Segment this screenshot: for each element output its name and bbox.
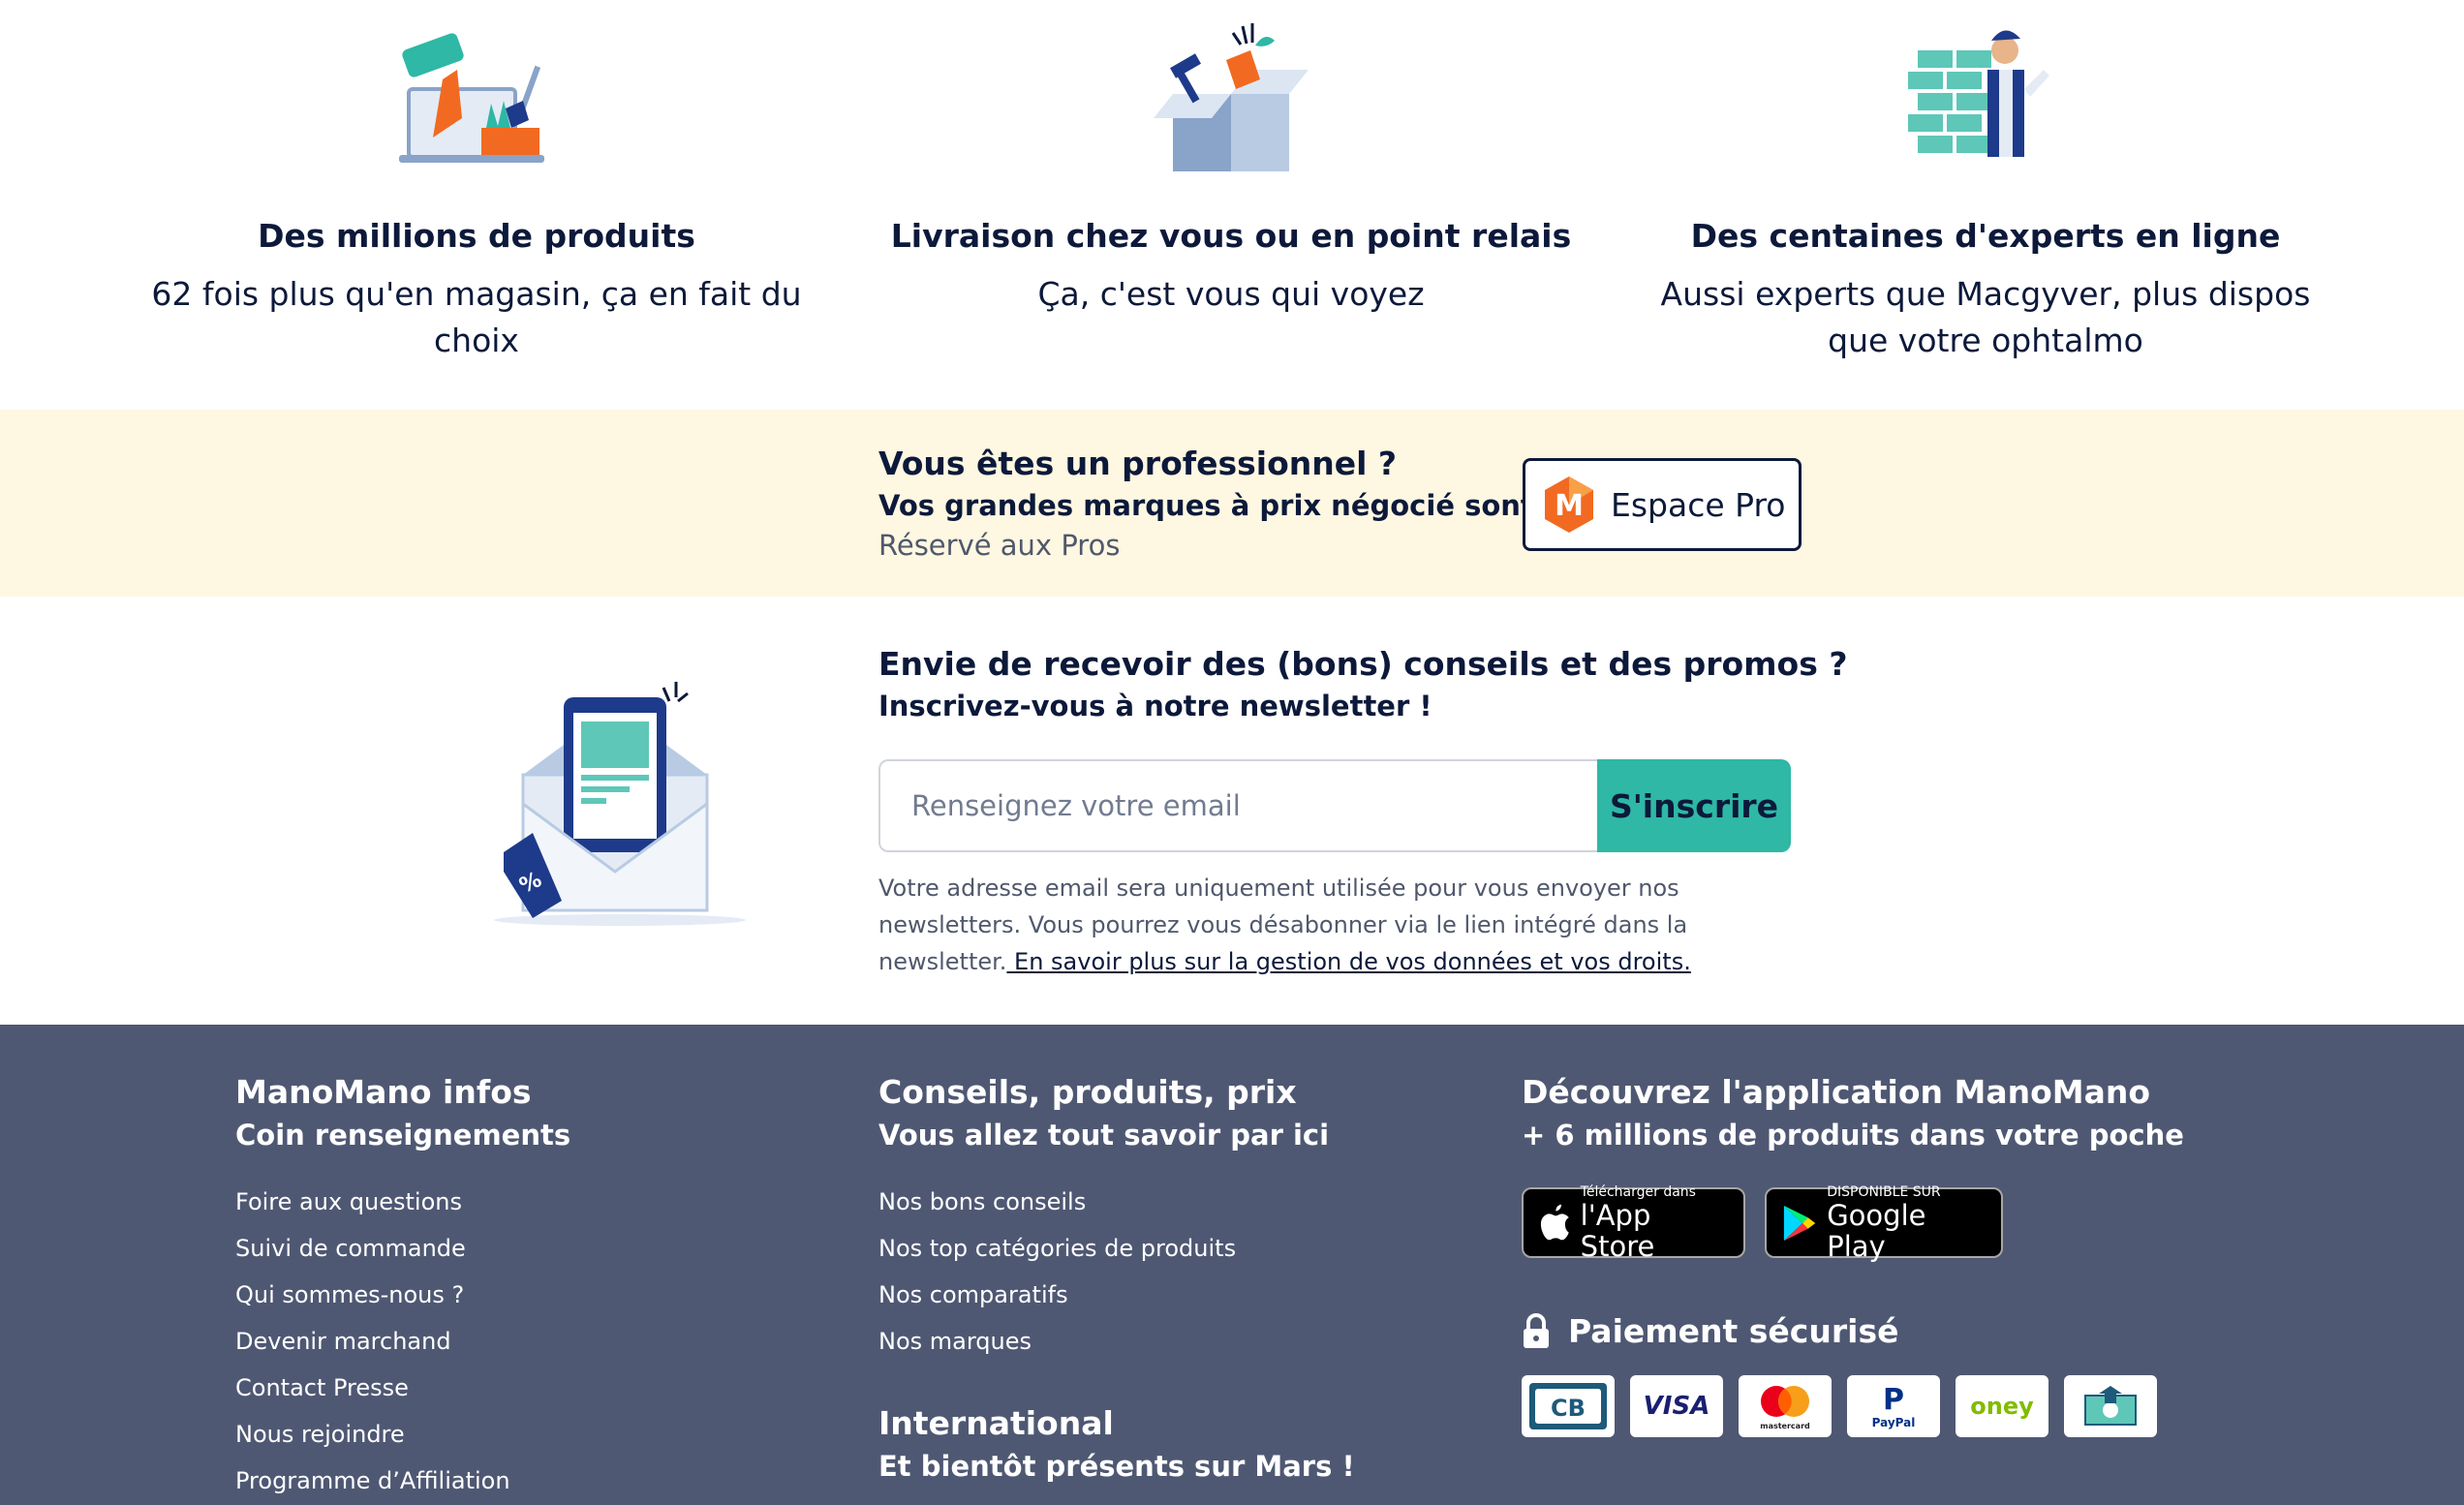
feature-title: Des centaines d'experts en ligne <box>1690 217 2281 255</box>
expert-bricklayer-illustration <box>1908 30 2049 157</box>
newsletter-submit-button[interactable]: S'inscrire <box>1597 759 1791 852</box>
app-store-button[interactable]: Télécharger dans l'App Store <box>1522 1183 1745 1262</box>
newsletter-title: Envie de recevoir des (bons) conseils et… <box>878 645 1848 683</box>
manomano-logo-icon: M <box>1545 476 1593 533</box>
pro-subtitle: Vos grandes marques à prix négocié sont … <box>878 489 1590 522</box>
pro-banner: Vous êtes un professionnel ? Vos grandes… <box>0 410 2464 597</box>
footer-international: International Et bientôt présents sur Ma… <box>878 1404 1355 1483</box>
cb-card-icon: CB <box>1522 1375 1615 1437</box>
footer-link-top-categories[interactable]: Nos top catégories de produits <box>878 1225 1329 1272</box>
espace-pro-label: Espace Pro <box>1611 485 1786 524</box>
delivery-box-illustration <box>1154 23 1309 171</box>
newsletter-subtitle: Inscrivez-vous à notre newsletter ! <box>878 690 1432 722</box>
espace-pro-button[interactable]: M Espace Pro <box>1523 458 1802 551</box>
cb-card-label: CB <box>1551 1395 1586 1422</box>
footer: ManoMano infos Coin renseignements Foire… <box>0 1025 2464 1505</box>
secure-payment-title: Paiement sécurisé <box>1568 1312 1899 1350</box>
app-store-badges: Télécharger dans l'App Store DISPONIBLE … <box>1522 1183 2003 1262</box>
mastercard-icon: mastercard <box>1739 1375 1832 1437</box>
mastercard-label: mastercard <box>1760 1422 1810 1430</box>
visa-card-icon: VISA <box>1630 1375 1723 1437</box>
footer-conseils-title: Conseils, produits, prix <box>878 1073 1297 1111</box>
bank-transfer-icon <box>2064 1375 2157 1437</box>
app-store-small-text: Télécharger dans <box>1580 1183 1696 1200</box>
footer-app-title: Découvrez l'application ManoMano <box>1522 1073 2151 1111</box>
footer-link-about[interactable]: Qui sommes-nous ? <box>235 1272 570 1318</box>
feature-title: Livraison chez vous ou en point relais <box>890 217 1572 255</box>
google-play-button[interactable]: DISPONIBLE SUR Google Play <box>1765 1183 2003 1262</box>
footer-link-advice[interactable]: Nos bons conseils <box>878 1179 1329 1225</box>
footer-app-column: Découvrez l'application ManoMano + 6 mil… <box>1522 1073 2184 1152</box>
paypal-label: PayPal <box>1872 1416 1916 1429</box>
footer-app-subtitle: + 6 millions de produits dans votre poch… <box>1522 1119 2184 1152</box>
footer-international-subtitle: Et bientôt présents sur Mars ! <box>878 1450 1355 1483</box>
google-play-big-text: Google Play <box>1827 1198 1926 1263</box>
svg-text:P: P <box>1883 1383 1904 1417</box>
privacy-info-link[interactable]: En savoir plus sur la gestion de vos don… <box>1006 948 1691 975</box>
feature-desc: 62 fois plus qu'en magasin, ça en fait d… <box>151 275 802 359</box>
google-play-small-text: DISPONIBLE SUR <box>1827 1183 1941 1200</box>
newsletter-email-input[interactable] <box>878 759 1597 852</box>
feature-title: Des millions de produits <box>258 217 695 255</box>
svg-text:M: M <box>1555 489 1584 523</box>
footer-link-brands[interactable]: Nos marques <box>878 1318 1329 1365</box>
lock-icon <box>1524 1312 1549 1348</box>
paypal-icon: P PayPal <box>1847 1375 1940 1437</box>
footer-link-become-merchant[interactable]: Devenir marchand <box>235 1318 570 1365</box>
footer-conseils-subtitle: Vous allez tout savoir par ici <box>878 1119 1330 1152</box>
footer-link-jobs[interactable]: Nous rejoindre <box>235 1411 570 1458</box>
app-store-big-text: l'App Store <box>1580 1198 1655 1263</box>
oney-label: oney <box>1970 1393 2034 1420</box>
footer-international-title: International <box>878 1404 1114 1442</box>
footer-infos-column: ManoMano infos Coin renseignements Foire… <box>235 1073 570 1504</box>
newsletter-section: % Envie de recevoir des (bons) conseils … <box>0 597 2464 1025</box>
pro-title: Vous êtes un professionnel ? <box>878 445 1398 482</box>
footer-link-press[interactable]: Contact Presse <box>235 1365 570 1411</box>
footer-conseils-column: Conseils, produits, prix Vous allez tout… <box>878 1073 1329 1365</box>
footer-infos-subtitle: Coin renseignements <box>235 1119 571 1152</box>
footer-link-order-tracking[interactable]: Suivi de commande <box>235 1225 570 1272</box>
paint-roller-laptop-illustration <box>399 33 544 163</box>
footer-link-affiliation[interactable]: Programme d’Affiliation <box>235 1458 570 1504</box>
footer-link-faq[interactable]: Foire aux questions <box>235 1179 570 1225</box>
apple-icon <box>1540 1204 1569 1240</box>
google-play-icon <box>1783 1205 1816 1241</box>
secure-payment-heading: Paiement sécurisé <box>1522 1312 1898 1350</box>
feature-desc: Aussi experts que Macgyver, plus dispos … <box>1660 275 2311 359</box>
feature-desc: Ça, c'est vous qui voyez <box>1037 275 1425 313</box>
oney-icon: oney <box>1956 1375 2048 1437</box>
footer-link-comparisons[interactable]: Nos comparatifs <box>878 1272 1329 1318</box>
visa-card-label: VISA <box>1643 1392 1710 1421</box>
features-section: Des millions de produits 62 fois plus qu… <box>0 0 2464 410</box>
newsletter-envelope-illustration: % <box>494 682 746 926</box>
footer-infos-title: ManoMano infos <box>235 1073 532 1111</box>
pro-note: Réservé aux Pros <box>878 529 1121 562</box>
newsletter-legal: Votre adresse email sera uniquement util… <box>878 870 1808 980</box>
payment-methods: CB VISA mastercard P PayPal oney <box>1522 1375 2157 1437</box>
